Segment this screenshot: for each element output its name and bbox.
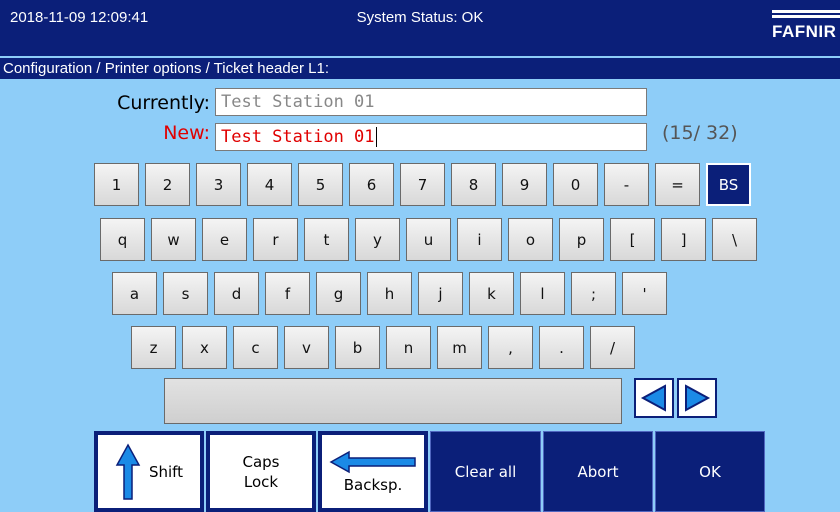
key-row2-1[interactable]: w (151, 218, 196, 261)
key-row4-2[interactable]: c (233, 326, 278, 369)
key-row4-4[interactable]: b (335, 326, 380, 369)
key-row3-4[interactable]: g (316, 272, 361, 315)
key-row4-3[interactable]: v (284, 326, 329, 369)
shift-label: Shift (148, 462, 184, 481)
top-bar: 2018-11-09 12:09:41 System Status: OK FA… (0, 0, 840, 56)
cursor-left-button[interactable] (634, 378, 674, 418)
key-row4-0[interactable]: z (131, 326, 176, 369)
new-value-input[interactable]: Test Station 01 (215, 123, 647, 151)
key-row3-5[interactable]: h (367, 272, 412, 315)
backspace-label: Backsp. (343, 475, 403, 494)
key-row3-8[interactable]: l (520, 272, 565, 315)
key-row1-5[interactable]: 6 (349, 163, 394, 206)
key-row1-7[interactable]: 8 (451, 163, 496, 206)
key-row2-6[interactable]: u (406, 218, 451, 261)
left-arrow-icon (640, 384, 666, 412)
key-row3-1[interactable]: s (163, 272, 208, 315)
up-arrow-icon (115, 442, 141, 500)
clear-all-label: Clear all (454, 462, 517, 481)
clear-all-button[interactable]: Clear all (430, 431, 541, 512)
key-row2-4[interactable]: t (304, 218, 349, 261)
logo: FAFNIR (768, 10, 840, 40)
current-value-text: Test Station 01 (221, 92, 375, 112)
key-row2-10[interactable]: [ (610, 218, 655, 261)
key-row1-8[interactable]: 9 (502, 163, 547, 206)
key-row3-9[interactable]: ; (571, 272, 616, 315)
key-row2-3[interactable]: r (253, 218, 298, 261)
current-value-field: Test Station 01 (215, 88, 647, 116)
key-row2-9[interactable]: p (559, 218, 604, 261)
currently-label: Currently: (117, 92, 210, 114)
key-row3-10[interactable]: ' (622, 272, 667, 315)
text-cursor (375, 127, 377, 147)
ok-button[interactable]: OK (655, 431, 765, 512)
key-row4-1[interactable]: x (182, 326, 227, 369)
key-row1-6[interactable]: 7 (400, 163, 445, 206)
ok-label: OK (699, 462, 721, 481)
caps-lock-button[interactable]: Caps Lock (206, 431, 316, 512)
key-row1-11[interactable]: = (655, 163, 700, 206)
key-row4-7[interactable]: , (488, 326, 533, 369)
abort-button[interactable]: Abort (543, 431, 653, 512)
key-row3-6[interactable]: j (418, 272, 463, 315)
key-row1-3[interactable]: 4 (247, 163, 292, 206)
key-row1-10[interactable]: - (604, 163, 649, 206)
caps-label-line1: Caps (242, 452, 280, 471)
shift-button[interactable]: Shift (94, 431, 204, 512)
key-row1-4[interactable]: 5 (298, 163, 343, 206)
key-row1-0[interactable]: 1 (94, 163, 139, 206)
key-row2-8[interactable]: o (508, 218, 553, 261)
key-row2-7[interactable]: i (457, 218, 502, 261)
new-value-text: Test Station 01 (221, 127, 375, 147)
backspace-button[interactable]: Backsp. (318, 431, 428, 512)
key-row3-7[interactable]: k (469, 272, 514, 315)
key-row2-12[interactable]: \ (712, 218, 757, 261)
char-counter: (15/ 32) (662, 122, 738, 144)
new-label: New: (163, 122, 210, 144)
key-row4-6[interactable]: m (437, 326, 482, 369)
key-row3-0[interactable]: a (112, 272, 157, 315)
key-row1-2[interactable]: 3 (196, 163, 241, 206)
key-row3-3[interactable]: f (265, 272, 310, 315)
key-row3-2[interactable]: d (214, 272, 259, 315)
key-row2-0[interactable]: q (100, 218, 145, 261)
key-row2-2[interactable]: e (202, 218, 247, 261)
caps-label-line2: Lock (243, 472, 279, 491)
key-row4-5[interactable]: n (386, 326, 431, 369)
backspace-arrow-icon (329, 450, 416, 473)
space-key[interactable] (164, 378, 622, 424)
cursor-right-button[interactable] (677, 378, 717, 418)
right-arrow-icon (685, 384, 711, 412)
breadcrumb: Configuration / Printer options / Ticket… (0, 58, 840, 79)
key-row1-1[interactable]: 2 (145, 163, 190, 206)
system-status: System Status: OK (356, 9, 484, 26)
key-row2-5[interactable]: y (355, 218, 400, 261)
key-row1-12[interactable]: BS (706, 163, 751, 206)
key-row4-9[interactable]: / (590, 326, 635, 369)
key-row4-8[interactable]: . (539, 326, 584, 369)
key-row2-11[interactable]: ] (661, 218, 706, 261)
key-row1-9[interactable]: 0 (553, 163, 598, 206)
abort-label: Abort (577, 462, 619, 481)
